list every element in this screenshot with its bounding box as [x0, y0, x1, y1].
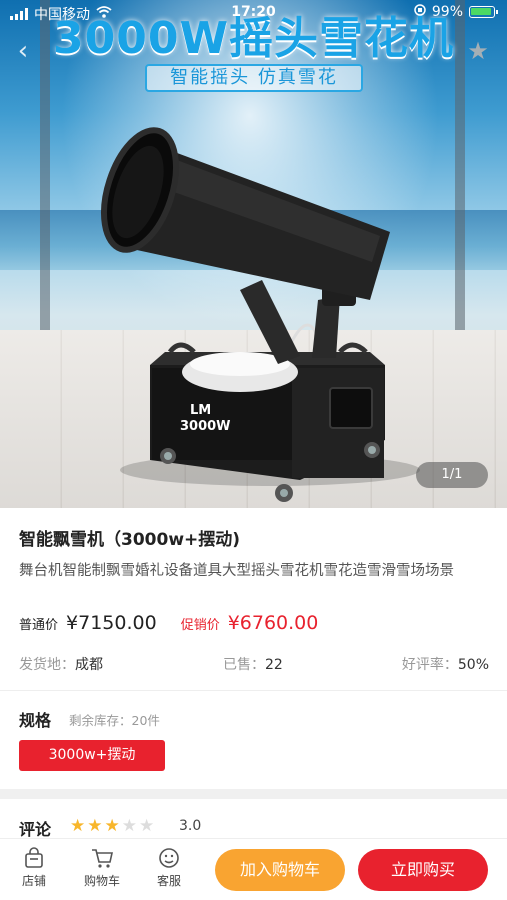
- spec-heading: 规格: [19, 711, 52, 730]
- promo-price: ¥6760.00: [227, 612, 319, 634]
- buy-now-button[interactable]: 立即购买: [358, 849, 488, 891]
- add-to-cart-button[interactable]: 加入购物车: [215, 849, 345, 891]
- section-gap: [0, 789, 507, 799]
- promo-price-label: 促销价: [180, 618, 220, 633]
- shop-label: 店铺: [21, 874, 46, 888]
- product-description: 舞台机智能制飘雪婚礼设备道具大型摇头雪花机雪花造雪滑雪场场景: [19, 563, 454, 579]
- shop-tab[interactable]: 店铺: [12, 847, 56, 889]
- star-icon: ★: [87, 816, 103, 836]
- favorite-star-icon[interactable]: ★: [463, 36, 493, 66]
- shop-bag-icon: [25, 847, 43, 868]
- price-row: 普通价 ¥7150.00 促销价 ¥6760.00: [19, 612, 318, 634]
- image-counter: 1/1: [416, 462, 488, 488]
- rating-stars: ★ ★ ★ ★ ★: [70, 818, 154, 835]
- star-icon: ★: [70, 816, 86, 836]
- back-icon[interactable]: ‹: [8, 36, 38, 66]
- product-info-card: 智能飘雪机（3000w+摆动) 舞台机智能制飘雪婚礼设备道具大型摇头雪花机雪花造…: [0, 508, 507, 690]
- spec-option-selected[interactable]: 3000w+摆动: [19, 740, 165, 771]
- cart-tab[interactable]: 购物车: [80, 847, 124, 889]
- spec-section: 规格 剩余库存：20件 3000w+摆动: [0, 691, 507, 789]
- service-tab[interactable]: 客服: [147, 847, 191, 889]
- battery-icon: [469, 6, 498, 18]
- reviews-section[interactable]: 评论 ★ ★ ★ ★ ★ 3.0: [0, 799, 507, 839]
- stock-info: 剩余库存：20件: [69, 713, 160, 728]
- battery-percent: 99%: [431, 4, 463, 20]
- normal-price-label: 普通价: [19, 618, 59, 633]
- star-icon: ★: [104, 816, 120, 836]
- positive-rate: 好评率：50%: [401, 657, 489, 673]
- sold-count: 已售：22: [223, 657, 283, 673]
- origin: 发货地：成都: [19, 657, 103, 673]
- snow-machine-image: LM 3000W: [101, 127, 420, 502]
- cart-label: 购物车: [83, 874, 120, 888]
- review-score: 3.0: [179, 818, 202, 834]
- sold-value: 22: [265, 657, 283, 673]
- machine-label-line1: LM: [190, 403, 211, 418]
- positive-rate-value: 50%: [457, 657, 489, 673]
- cart-icon: [92, 849, 113, 868]
- machine-label-line2: 3000W: [180, 419, 231, 434]
- customer-service-icon: [159, 848, 179, 868]
- bottom-action-bar: 店铺 购物车 客服 加入购物车 立即购买: [0, 839, 507, 900]
- service-label: 客服: [156, 874, 181, 888]
- stock-value: 20件: [131, 713, 160, 728]
- status-bar: 中国移动 17:20 99%: [0, 0, 507, 26]
- origin-value: 成都: [75, 657, 103, 673]
- star-icon: ★: [121, 816, 137, 836]
- product-title: 智能飘雪机（3000w+摆动): [19, 530, 241, 550]
- star-icon: ★: [139, 816, 155, 836]
- reviews-heading: 评论: [19, 820, 52, 839]
- product-image-carousel[interactable]: 3000W摇头雪花机 智能摇头 仿真雪花 LM 3000W 1/1: [0, 0, 507, 508]
- orientation-lock-icon: [414, 4, 426, 20]
- normal-price: ¥7150.00: [66, 612, 157, 634]
